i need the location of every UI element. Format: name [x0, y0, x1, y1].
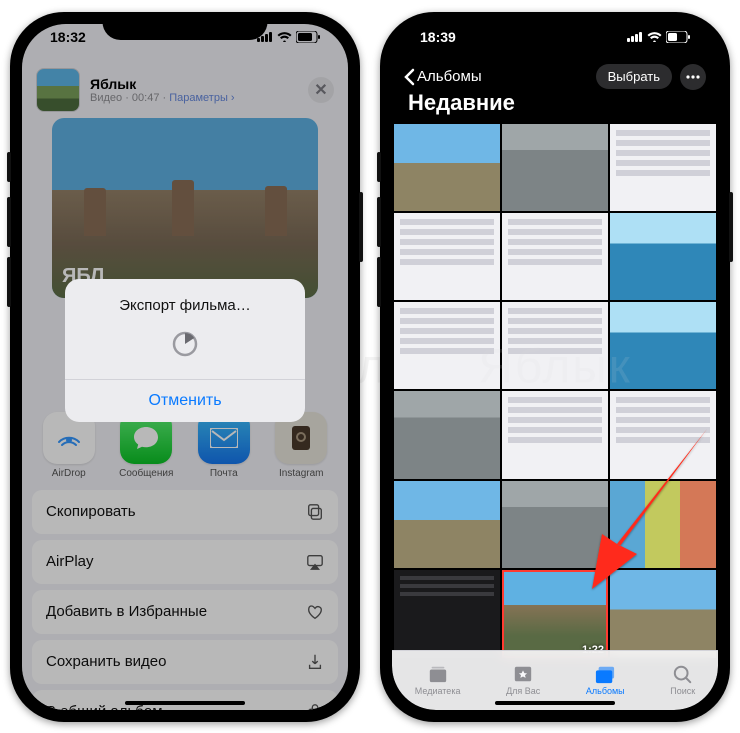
- ellipsis-icon: [686, 75, 700, 79]
- photo-thumb[interactable]: [394, 570, 500, 657]
- phone-left: 18:32 Яблык Видео · 00:47 · Параметры › …: [10, 12, 360, 722]
- albums-icon: [594, 664, 616, 684]
- photo-thumb[interactable]: [502, 213, 608, 300]
- tab-search[interactable]: Поиск: [670, 664, 695, 696]
- photo-thumb[interactable]: [610, 391, 716, 478]
- status-time: 18:39: [420, 29, 456, 45]
- photo-thumb-highlighted[interactable]: 1:22: [502, 570, 608, 657]
- watermark: Яблык: [478, 339, 632, 394]
- wifi-icon: [277, 31, 292, 42]
- tab-library[interactable]: Медиатека: [415, 664, 461, 696]
- battery-icon: [296, 31, 320, 43]
- select-button[interactable]: Выбрать: [596, 64, 672, 89]
- foryou-icon: [512, 664, 534, 684]
- battery-icon: [666, 31, 690, 43]
- library-icon: [427, 664, 449, 684]
- tab-albums[interactable]: Альбомы: [586, 664, 625, 696]
- wifi-icon: [647, 31, 662, 42]
- photo-thumb[interactable]: [502, 481, 608, 568]
- photo-thumb[interactable]: [610, 570, 716, 657]
- phone-right: 18:39 Альбомы Выбрать Недавние: [380, 12, 730, 722]
- home-indicator[interactable]: [495, 701, 615, 705]
- photo-thumb[interactable]: [610, 124, 716, 211]
- back-button[interactable]: Альбомы: [404, 68, 482, 86]
- photo-thumb[interactable]: [394, 391, 500, 478]
- export-modal: Экспорт фильма… Отменить: [65, 279, 305, 422]
- photo-thumb[interactable]: [394, 124, 500, 211]
- more-button[interactable]: [680, 64, 706, 90]
- album-title: Недавние: [408, 90, 515, 116]
- status-time: 18:32: [50, 29, 86, 45]
- photo-thumb[interactable]: [610, 213, 716, 300]
- chevron-left-icon: [404, 68, 415, 86]
- tab-foryou[interactable]: Для Вас: [506, 664, 540, 696]
- photo-thumb[interactable]: [394, 481, 500, 568]
- photo-thumb[interactable]: [502, 391, 608, 478]
- photo-thumb[interactable]: [394, 213, 500, 300]
- photo-thumb[interactable]: [502, 124, 608, 211]
- modal-title: Экспорт фильма…: [65, 279, 305, 320]
- cancel-button[interactable]: Отменить: [65, 379, 305, 422]
- progress-icon: [65, 320, 305, 379]
- search-icon: [672, 664, 694, 684]
- photo-thumb[interactable]: [610, 481, 716, 568]
